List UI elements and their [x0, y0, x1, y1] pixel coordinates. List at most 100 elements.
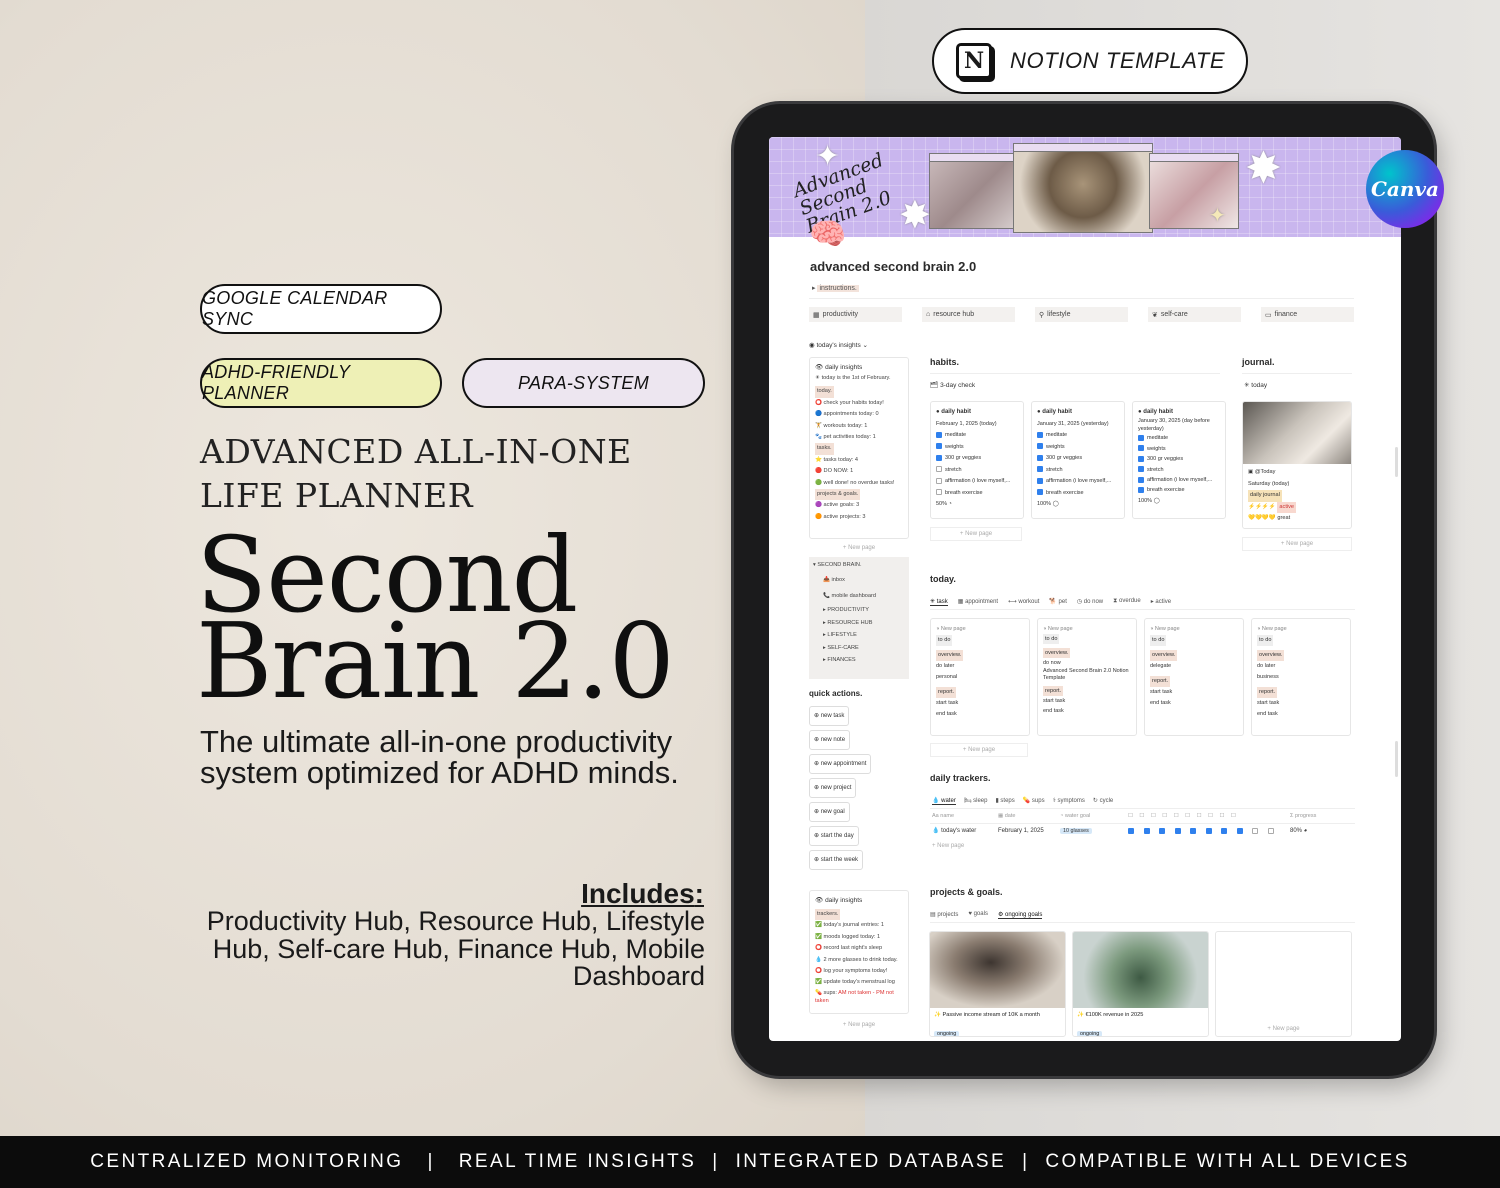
hub-link-lifestyle[interactable]: ⚲ lifestyle: [1035, 307, 1128, 322]
task-card[interactable]: ◑ New page to do overview. do later busi…: [1251, 618, 1351, 736]
checkbox[interactable]: [1037, 454, 1043, 461]
report-item[interactable]: start task: [936, 698, 1024, 709]
tab-goals[interactable]: ♥ goals: [968, 911, 988, 919]
habit-item[interactable]: breath exercise: [1138, 485, 1220, 495]
menu-item-resource-hub[interactable]: ▸ RESOURCE HUB: [813, 617, 905, 630]
tab-water[interactable]: 💧 water: [932, 797, 956, 805]
checkbox[interactable]: [936, 466, 942, 473]
tab-sups[interactable]: 💊 sups: [1023, 797, 1045, 805]
habit-item[interactable]: affirmation (i love myself,...: [1037, 476, 1119, 488]
habit-item[interactable]: 300 gr veggies: [1037, 453, 1119, 465]
new-page-button[interactable]: + New page: [1216, 1026, 1351, 1032]
habit-item[interactable]: meditate: [936, 430, 1018, 442]
tab-cycle[interactable]: ↻ cycle: [1093, 797, 1113, 805]
report-item[interactable]: start task: [1257, 698, 1345, 709]
tab-overdue[interactable]: ⧗ overdue: [1113, 598, 1141, 606]
tab-projects[interactable]: ▤ projects: [930, 911, 958, 919]
new-goal-card[interactable]: + New page: [1215, 931, 1352, 1037]
hub-link-finance[interactable]: ▭ finance: [1261, 307, 1354, 322]
instructions-toggle[interactable]: ▸ instructions.: [812, 284, 859, 292]
habit-item[interactable]: affirmation (i love myself,...: [1138, 475, 1220, 485]
checkbox[interactable]: [936, 431, 942, 438]
scrollbar[interactable]: [1395, 741, 1398, 777]
checkbox[interactable]: [1252, 827, 1258, 834]
habit-item[interactable]: stretch: [1138, 465, 1220, 475]
menu-item-self-care[interactable]: ▸ SELF-CARE: [813, 642, 905, 655]
tab-do-now[interactable]: ◷ do now: [1077, 598, 1103, 606]
hub-link-self-care[interactable]: ❦ self-care: [1148, 307, 1241, 322]
habit-item[interactable]: breath exercise: [1037, 488, 1119, 500]
checkbox[interactable]: [1205, 827, 1212, 834]
checkbox[interactable]: [1267, 827, 1274, 834]
daily-insights-card[interactable]: 👁 daily insights ☀ today is the 1st of F…: [809, 357, 909, 539]
daily-insights-card-2[interactable]: 👁 daily insights trackers. ✅ today's jou…: [809, 890, 909, 1014]
checkbox[interactable]: [1037, 466, 1043, 473]
report-item[interactable]: end task: [1150, 698, 1238, 709]
checkbox[interactable]: [1037, 431, 1043, 438]
checkbox[interactable]: [936, 489, 942, 496]
menu-link-mobile-dashboard[interactable]: 📞 mobile dashboard: [813, 591, 905, 602]
tab-workout[interactable]: ⟷ workout: [1008, 598, 1039, 606]
tab-task[interactable]: ✳ task: [930, 598, 948, 606]
task-card[interactable]: ◑ New page to do overview. do now Advanc…: [1037, 618, 1137, 736]
habit-item[interactable]: breath exercise: [936, 488, 1018, 500]
report-item[interactable]: start task: [1150, 687, 1238, 698]
quick-action-button[interactable]: ⊕ new task: [809, 706, 850, 726]
new-page-button[interactable]: + New page: [930, 527, 1022, 541]
quick-action-button[interactable]: ⊕ new note: [809, 730, 851, 750]
checkbox[interactable]: [1138, 486, 1144, 493]
habit-item[interactable]: stretch: [936, 465, 1018, 477]
three-day-check-tab[interactable]: 🗂 3-day check: [930, 380, 975, 391]
checkbox[interactable]: [1037, 489, 1043, 496]
quick-action-button[interactable]: ⊕ new goal: [809, 802, 850, 822]
tab-sleep[interactable]: 🛏 sleep: [964, 797, 988, 805]
task-card[interactable]: ◑ New page to do overview. delegate repo…: [1144, 618, 1244, 736]
task-card[interactable]: ◑ New page to do overview. do later pers…: [930, 618, 1030, 736]
habit-card[interactable]: ● daily habit January 30, 2025 (day befo…: [1132, 401, 1226, 519]
goal-card[interactable]: ✨ Passive income stream of 10K a month o…: [929, 931, 1066, 1037]
quick-action-button[interactable]: ⊕ new appointment: [809, 754, 872, 774]
checkbox[interactable]: [1159, 827, 1165, 834]
menu-item-finances[interactable]: ▸ FINANCES: [813, 654, 905, 667]
checkbox[interactable]: [1138, 434, 1144, 441]
quick-action-button[interactable]: ⊕ new project: [809, 778, 857, 798]
checkbox[interactable]: [1236, 827, 1243, 834]
checkbox[interactable]: [1037, 477, 1043, 484]
checkbox[interactable]: [1037, 443, 1043, 450]
checkbox[interactable]: [1138, 455, 1144, 462]
habit-item[interactable]: weights: [1138, 444, 1220, 454]
habit-card[interactable]: ● daily habit February 1, 2025 (today) m…: [930, 401, 1024, 519]
checkbox[interactable]: [1143, 827, 1150, 834]
tab-active[interactable]: ▸ active: [1151, 598, 1171, 606]
insights-toggle[interactable]: ◉ today's insights ⌄: [809, 340, 909, 351]
tab-steps[interactable]: ▮ steps: [995, 797, 1014, 805]
tab-symptoms[interactable]: ⚕ symptoms: [1053, 797, 1085, 805]
tab-ongoing-goals[interactable]: ⚙ ongoing goals: [997, 911, 1043, 919]
checkbox[interactable]: [1138, 466, 1144, 473]
habit-item[interactable]: affirmation (i love myself,...: [936, 476, 1018, 488]
habit-item[interactable]: meditate: [1138, 433, 1220, 443]
report-item[interactable]: start task: [1043, 696, 1131, 706]
habit-card[interactable]: ● daily habit January 31, 2025 (yesterda…: [1031, 401, 1125, 519]
habit-item[interactable]: stretch: [1037, 465, 1119, 477]
new-page-button[interactable]: + New page: [809, 545, 909, 551]
tab-appointment[interactable]: ▦ appointment: [958, 598, 998, 606]
hub-link-resource-hub[interactable]: ⌂ resource hub: [922, 307, 1015, 322]
report-item[interactable]: end task: [1043, 706, 1131, 716]
habit-item[interactable]: 300 gr veggies: [936, 453, 1018, 465]
report-item[interactable]: end task: [1257, 709, 1345, 720]
menu-item-productivity[interactable]: ▸ PRODUCTIVITY: [813, 604, 905, 617]
menu-item-lifestyle[interactable]: ▸ LIFESTYLE: [813, 629, 905, 642]
hub-link-productivity[interactable]: ▦ productivity: [809, 307, 902, 322]
checkbox[interactable]: [936, 477, 942, 484]
new-page-button[interactable]: + New page: [930, 743, 1028, 757]
quick-action-button[interactable]: ⊕ start the week: [809, 850, 864, 870]
checkbox[interactable]: [1138, 476, 1144, 483]
new-page-button[interactable]: + New page: [809, 1022, 909, 1028]
checkbox[interactable]: [1174, 827, 1181, 834]
checkbox[interactable]: [1221, 827, 1227, 834]
habit-item[interactable]: weights: [936, 442, 1018, 454]
habit-item[interactable]: meditate: [1037, 430, 1119, 442]
habit-item[interactable]: 300 gr veggies: [1138, 454, 1220, 464]
checkbox[interactable]: [1190, 827, 1196, 834]
